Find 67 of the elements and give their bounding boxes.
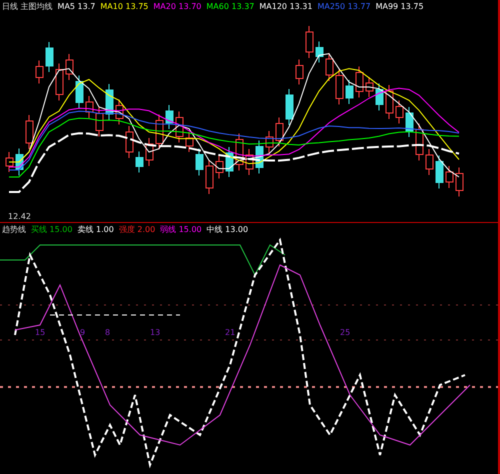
- marker-label: 15: [35, 328, 46, 337]
- candlestick: [236, 133, 244, 171]
- legend-label: 强度 2.00: [118, 224, 156, 234]
- candlestick: [316, 41, 324, 63]
- candlestick: [416, 123, 424, 161]
- candlestick: [356, 66, 364, 98]
- legend-label: MA250 13.77: [317, 2, 371, 10]
- candlestick: [286, 88, 294, 126]
- legend-label: MA60 13.37: [206, 2, 254, 10]
- candlestick: [176, 111, 184, 143]
- candlestick: [396, 100, 404, 124]
- chart-title: 日线 主图均线: [2, 0, 53, 12]
- marker-label: 21: [225, 328, 236, 337]
- candlestick: [66, 54, 74, 80]
- candlestick: [456, 167, 464, 197]
- marker-label: 9: [80, 328, 86, 337]
- marker-label: 8: [105, 328, 110, 337]
- candlestick: [216, 155, 224, 179]
- candlestick: [186, 132, 194, 152]
- candlestick: [446, 166, 454, 188]
- candlestick: [56, 63, 64, 101]
- candlestick: [336, 69, 344, 105]
- candlestick: [306, 26, 314, 58]
- candlestick: [406, 106, 414, 138]
- legend-label: 中线 13.00: [206, 224, 248, 234]
- candlestick: [86, 96, 94, 118]
- candlestick: [6, 152, 14, 172]
- marker-label: 13: [150, 328, 160, 337]
- candlestick: [246, 148, 254, 176]
- candlestick: [126, 126, 134, 158]
- candlestick: [196, 148, 204, 176]
- chart-title: 趋势线: [2, 224, 26, 234]
- candlestick: [76, 75, 84, 109]
- candlestick: [436, 155, 444, 189]
- candlestick: [256, 140, 264, 174]
- candlestick: [166, 104, 174, 130]
- candlestick: [106, 84, 114, 120]
- candlestick: [116, 99, 124, 125]
- candlestick: [36, 60, 44, 84]
- candlestick: [376, 83, 384, 111]
- candlestick: [26, 114, 34, 150]
- candlestick: [156, 114, 164, 150]
- candlestick: [386, 84, 394, 120]
- candlestick: [46, 42, 54, 72]
- legend-label: MA120 13.31: [259, 2, 312, 10]
- legend-label: 弱线 15.00: [160, 224, 202, 234]
- candlestick: [346, 80, 354, 104]
- candlestick: [16, 148, 24, 176]
- candlestick: [426, 148, 434, 176]
- legend-label: 买线 15.00: [31, 224, 72, 234]
- price-label: 12.42: [8, 212, 31, 221]
- legend-label: MA10 13.75: [100, 2, 148, 10]
- legend-label: MA20 13.70: [153, 2, 202, 10]
- candlestick: [266, 130, 274, 154]
- candlestick: [366, 76, 374, 98]
- candlestick: [276, 117, 284, 147]
- candlestick: [296, 59, 304, 85]
- marker-label: 25: [340, 328, 350, 337]
- candlestick: [226, 146, 234, 178]
- legend-label: MA5 13.7: [58, 2, 96, 10]
- candlestick: [96, 107, 104, 137]
- candlestick: [326, 52, 334, 82]
- candlestick: [146, 138, 154, 166]
- candlestick: [136, 151, 144, 173]
- legend-label: 卖线 1.00: [77, 224, 114, 234]
- legend-label: MA99 13.75: [376, 2, 424, 10]
- candlestick: [206, 160, 214, 194]
